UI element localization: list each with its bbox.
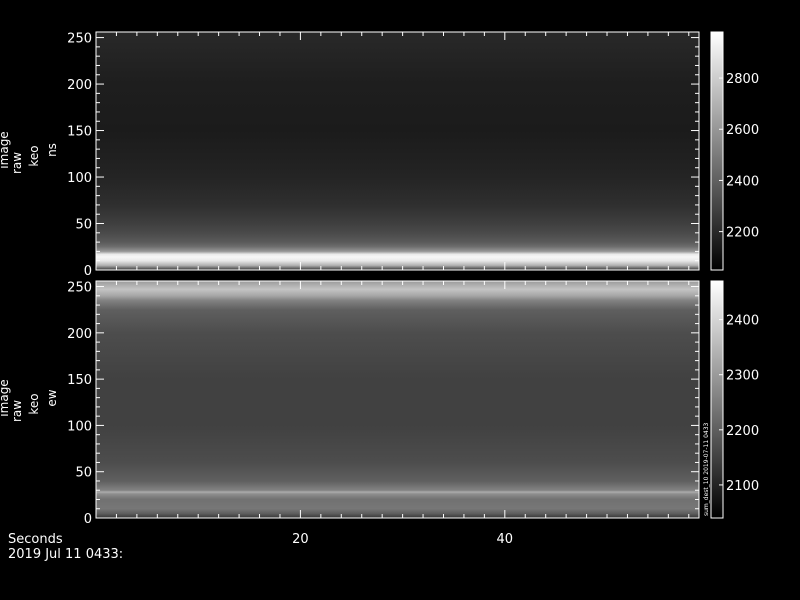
colorbar-bottom bbox=[710, 280, 724, 519]
colorbar-tick-label: 2200 bbox=[726, 424, 759, 439]
keogram-ew-image bbox=[96, 281, 699, 518]
ylabel-bottom-line-2: raw bbox=[10, 400, 24, 422]
ylabel-top-line-4: ns bbox=[45, 143, 59, 157]
y-tick-label: 150 bbox=[67, 373, 92, 388]
y-tick-label: 100 bbox=[67, 419, 92, 434]
ylabel-top-line-2: raw bbox=[10, 152, 24, 174]
panel-top: 050100150200250 image raw keo ns 2200240… bbox=[0, 31, 759, 279]
y-tick-label: 50 bbox=[75, 218, 92, 233]
y-tick-label: 0 bbox=[84, 512, 92, 527]
colorbar-top bbox=[710, 31, 724, 271]
colorbar-tick-label: 2800 bbox=[726, 72, 759, 87]
colorbar-tick-label: 2400 bbox=[726, 174, 759, 189]
colorbar-tick-label: 2300 bbox=[726, 369, 759, 384]
y-tick-label: 200 bbox=[67, 78, 92, 93]
footer-timestamp: 2019 Jul 11 0433: bbox=[8, 547, 123, 562]
y-tick-label: 50 bbox=[75, 466, 92, 481]
y-tick-label: 250 bbox=[67, 281, 92, 296]
x-tick-label: 20 bbox=[292, 532, 309, 547]
ylabel-bottom-line-3: keo bbox=[27, 393, 41, 414]
ylabel-bottom-line-4: ew bbox=[45, 389, 59, 406]
colorbar-side-label: sum_dest_10 2019-07-11 0433 bbox=[703, 422, 710, 516]
y-tick-label: 0 bbox=[84, 264, 92, 279]
colorbar-ticks-top: 2200 2400 2600 2800 bbox=[719, 72, 759, 241]
y-tick-label: 100 bbox=[67, 171, 92, 186]
ylabel-top-line-3: keo bbox=[27, 145, 41, 166]
x-axis-label: Seconds bbox=[8, 532, 63, 547]
keogram-ns-image bbox=[96, 32, 699, 270]
colorbar-ticks-bottom: 2100 2200 2300 2400 bbox=[719, 314, 759, 494]
colorbar-tick-label: 2200 bbox=[726, 226, 759, 241]
colorbar-tick-label: 2100 bbox=[726, 479, 759, 494]
colorbar-tick-label: 2600 bbox=[726, 123, 759, 138]
colorbar-tick-label: 2400 bbox=[726, 314, 759, 329]
x-axis-tick-labels: 20 40 bbox=[292, 532, 513, 547]
panel-bottom: 050100150200250 image raw keo ew 2100220… bbox=[0, 280, 759, 527]
y-tick-label: 200 bbox=[67, 327, 92, 342]
y-tick-label: 250 bbox=[67, 32, 92, 47]
keogram-figure: 050100150200250 image raw keo ns 2200240… bbox=[0, 31, 759, 562]
y-tick-label: 150 bbox=[67, 125, 92, 140]
x-tick-label: 40 bbox=[497, 532, 514, 547]
